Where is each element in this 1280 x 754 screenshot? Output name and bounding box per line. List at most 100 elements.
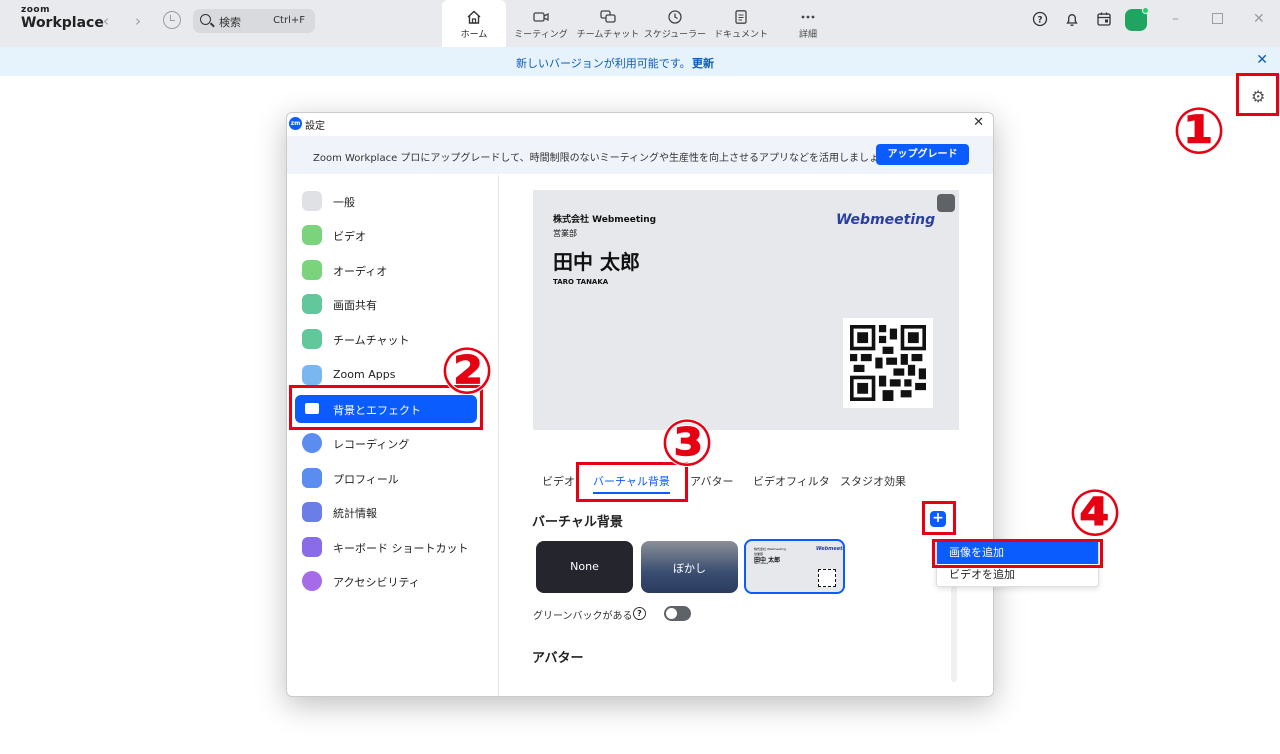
annotation-number-1: ①: [1171, 95, 1227, 169]
sidebar-item-keyboard-shortcuts[interactable]: キーボード ショートカット: [295, 533, 477, 561]
thumb-label: ぼかし: [673, 562, 706, 575]
upgrade-text: Zoom Workplace プロにアップグレードして、時間制限のないミーティン…: [313, 153, 899, 164]
notice-close-icon[interactable]: ✕: [1256, 52, 1268, 68]
headphones-icon: [302, 260, 322, 280]
back-arrow-icon[interactable]: ‹: [103, 12, 109, 30]
sidebar-item-label: 画面共有: [333, 299, 377, 312]
stats-icon: [302, 502, 322, 522]
sidebar-item-label: キーボード ショートカット: [333, 542, 469, 555]
zoom-logo: zoom Workplace: [21, 5, 104, 31]
upgrade-banner: Zoom Workplace プロにアップグレードして、時間制限のないミーティン…: [287, 136, 993, 174]
preview-name: 田中 太郎: [553, 250, 640, 274]
zoom-app-icon: zm: [289, 117, 302, 130]
settings-gear-button[interactable]: ⚙: [1236, 73, 1279, 116]
upgrade-button[interactable]: アップグレード: [876, 144, 969, 165]
tab-scheduler[interactable]: スケジューラー: [643, 0, 707, 47]
popout-icon[interactable]: [937, 194, 955, 212]
maximize-icon[interactable]: [1212, 13, 1223, 24]
forward-arrow-icon[interactable]: ›: [135, 12, 141, 30]
tab-video[interactable]: ビデオ: [542, 473, 575, 489]
tab-team-chat[interactable]: チームチャット: [576, 0, 640, 47]
gear-icon: [302, 191, 322, 211]
top-bar: zoom Workplace ‹ › 検索 Ctrl+F ホーム ミーティング …: [0, 0, 1280, 47]
calendar-icon[interactable]: [1096, 11, 1112, 27]
video-icon: [302, 225, 322, 245]
annotation-box-plus: [922, 501, 956, 535]
help-icon[interactable]: ?: [1032, 11, 1048, 27]
tab-studio-effects[interactable]: スタジオ効果: [840, 473, 906, 489]
dialog-close-icon[interactable]: ✕: [973, 115, 984, 130]
tab-video-filter[interactable]: ビデオフィルタ: [753, 473, 830, 489]
chat-icon: [600, 10, 616, 23]
sidebar-item-label: 統計情報: [333, 507, 377, 520]
background-preview: 株式会社 Webmeeting 営業部 田中 太郎 TARO TANAKA We…: [533, 190, 959, 430]
tab-documents[interactable]: ドキュメント: [709, 0, 773, 47]
share-screen-icon: [302, 294, 322, 314]
thumb-logo: Webmeeting: [816, 546, 845, 552]
chat-icon: [302, 329, 322, 349]
bg-thumb-business-card[interactable]: 株式会社 Webmeeting 営業部 田中 太郎 TARO TANAKA We…: [744, 539, 845, 594]
avatar[interactable]: [1125, 7, 1149, 31]
sidebar-item-label: 一般: [333, 196, 355, 209]
apps-icon: [302, 365, 322, 385]
search-placeholder: 検索: [219, 16, 241, 29]
tab-meetings[interactable]: ミーティング: [509, 0, 573, 47]
video-icon: [533, 12, 549, 22]
sidebar-item-accessibility[interactable]: アクセシビリティ: [295, 567, 477, 595]
sidebar-item-label: プロフィール: [333, 473, 399, 486]
update-link[interactable]: 更新: [692, 55, 714, 71]
preview-name-en: TARO TANAKA: [553, 278, 609, 286]
history-icon[interactable]: [163, 11, 181, 29]
profile-icon: [302, 468, 322, 488]
thumb-name-en: TARO TANAKA: [754, 563, 768, 565]
document-icon: [735, 10, 747, 24]
gear-icon: ⚙: [1251, 87, 1266, 106]
tab-label: 詳細: [798, 30, 817, 40]
sidebar-item-label: ビデオ: [333, 230, 366, 243]
sidebar-item-label: アクセシビリティ: [333, 576, 420, 589]
sidebar-item-statistics[interactable]: 統計情報: [295, 498, 477, 526]
brand-name: Workplace: [21, 15, 104, 31]
thumb-label: None: [570, 560, 599, 573]
preview-department: 営業部: [553, 229, 577, 238]
annotation-number-2: ②: [439, 335, 495, 409]
sidebar-item-label: オーディオ: [333, 265, 388, 278]
sidebar-item-video[interactable]: ビデオ: [295, 221, 477, 249]
search-shortcut: Ctrl+F: [273, 15, 305, 26]
preview-logo: Webmeeting: [836, 212, 936, 228]
brand-top: zoom: [21, 5, 50, 15]
bg-thumb-blur[interactable]: ぼかし: [641, 541, 738, 593]
annotation-number-3: ③: [659, 407, 715, 481]
more-icon: [801, 15, 815, 19]
qr-code-icon: [818, 569, 836, 587]
search-input[interactable]: 検索 Ctrl+F: [193, 9, 315, 33]
sidebar-item-general[interactable]: 一般: [295, 187, 477, 215]
annotation-number-4: ④: [1067, 477, 1123, 551]
qr-code-icon: [843, 318, 933, 408]
minimize-icon[interactable]: –: [1172, 11, 1179, 27]
keyboard-icon: [302, 537, 322, 557]
sidebar-item-audio[interactable]: オーディオ: [295, 256, 477, 284]
thumb-company: 株式会社 Webmeeting: [754, 547, 786, 551]
help-icon[interactable]: ?: [633, 607, 646, 620]
update-notice: 新しいバージョンが利用可能です。 更新 ✕: [0, 47, 1280, 76]
clock-icon: [668, 10, 682, 24]
greenscreen-toggle[interactable]: [664, 606, 691, 621]
sidebar-item-screen-share[interactable]: 画面共有: [295, 290, 477, 318]
notice-text: 新しいバージョンが利用可能です。: [516, 57, 691, 70]
tab-home[interactable]: ホーム: [442, 0, 506, 47]
sidebar-item-recording[interactable]: レコーディング: [295, 429, 477, 457]
record-icon: [302, 433, 322, 453]
home-icon: [467, 10, 481, 24]
accessibility-icon: [302, 571, 322, 591]
settings-sidebar: 一般 ビデオ オーディオ 画面共有 チームチャット Zoom Apps 背景とエ…: [287, 175, 499, 696]
dialog-title: 設定: [305, 121, 325, 132]
tab-more[interactable]: 詳細: [776, 0, 840, 47]
sidebar-item-profile[interactable]: プロフィール: [295, 464, 477, 492]
window-close-icon[interactable]: ✕: [1253, 11, 1265, 27]
preview-company: 株式会社 Webmeeting: [553, 215, 657, 225]
bell-icon[interactable]: [1064, 11, 1080, 27]
sidebar-item-label: チームチャット: [333, 334, 410, 347]
bg-thumb-none[interactable]: None: [536, 541, 633, 593]
status-dot-icon: [1142, 7, 1149, 14]
